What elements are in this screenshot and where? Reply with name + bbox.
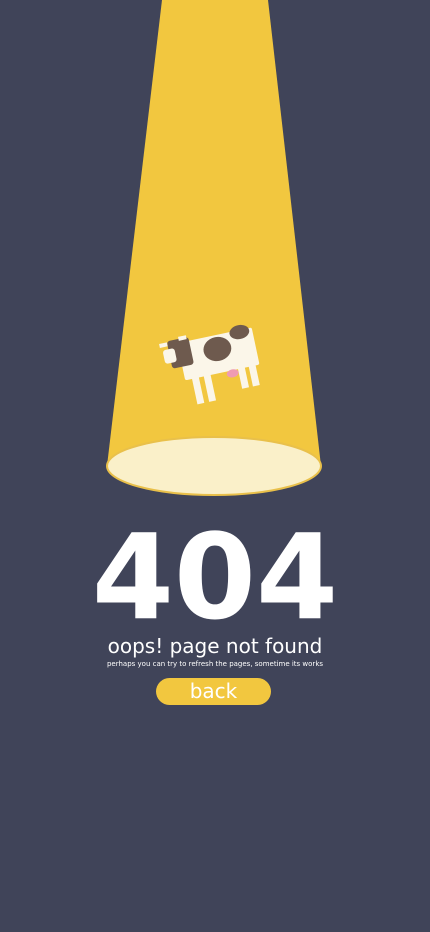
spotlight-ground [106,436,322,496]
error-code: 404 [91,508,339,646]
error-title: oops! page not found [107,634,323,658]
error-subtitle: perhaps you can try to refresh the pages… [106,660,324,668]
spotlight-illustration [106,0,322,496]
back-button[interactable]: back [156,678,271,705]
